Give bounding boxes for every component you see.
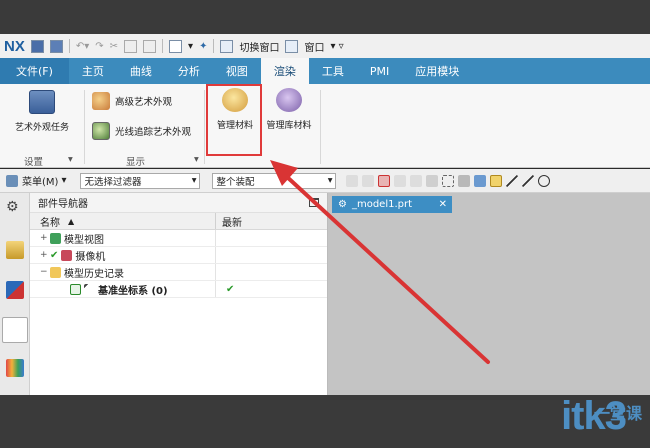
annotation-arrow	[270, 160, 490, 364]
arrow-shaft	[284, 174, 490, 364]
